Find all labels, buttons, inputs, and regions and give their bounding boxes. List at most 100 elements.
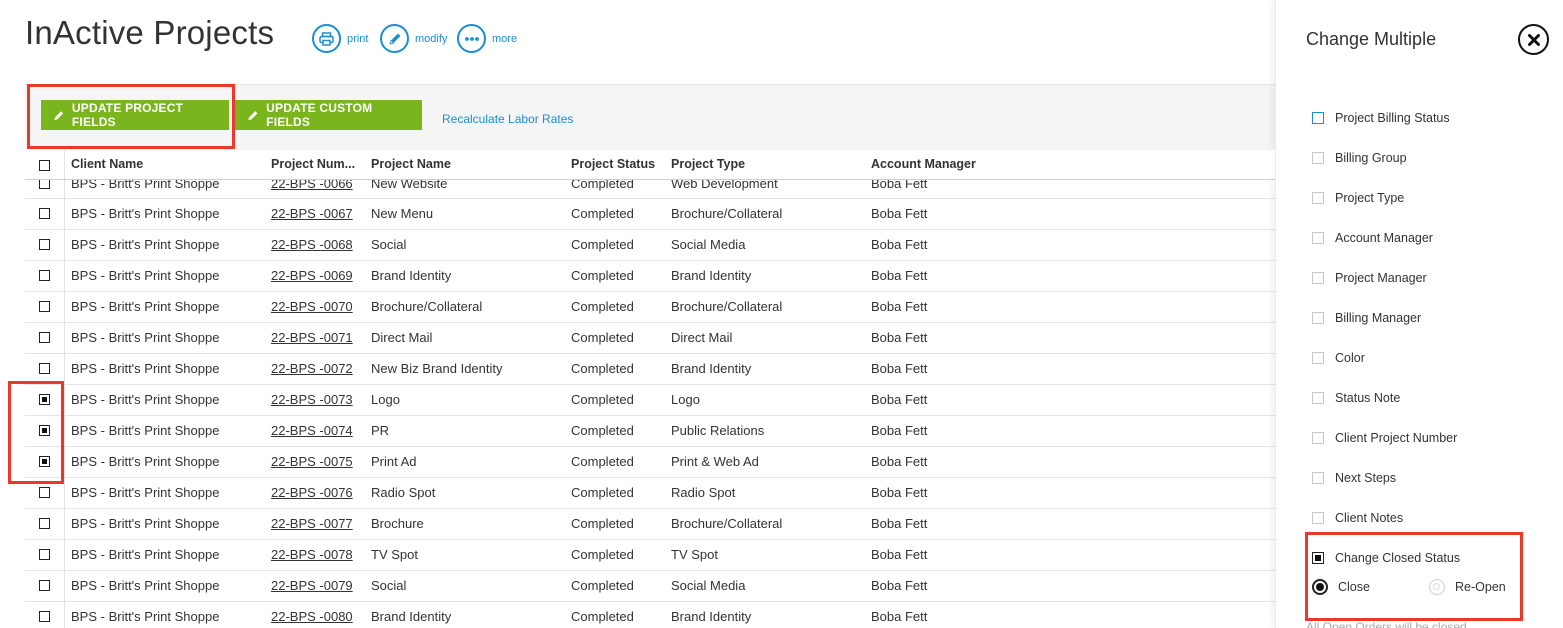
table-row[interactable]: BPS - Britt's Print Shoppe 22-BPS -0074 PR… — [25, 416, 1275, 447]
more-label: more — [492, 32, 518, 45]
table-row[interactable]: BPS - Britt's Print Shoppe 22-BPS -0069 Br… — [25, 261, 1275, 292]
modify-button[interactable]: modify — [380, 24, 447, 53]
option-checkbox[interactable] — [1312, 272, 1324, 284]
project-number-link[interactable]: 22-BPS -0073 — [271, 392, 353, 407]
option-checkbox[interactable] — [1312, 392, 1324, 404]
column-project-number[interactable]: Project Num... — [271, 157, 355, 171]
option-checkbox[interactable] — [1312, 112, 1324, 124]
project-type-cell: TV Spot — [671, 547, 718, 562]
option-label: Client Project Number — [1335, 431, 1458, 445]
table-row[interactable]: BPS - Britt's Print Shoppe 22-BPS -0077 Br… — [25, 509, 1275, 540]
project-number-link[interactable]: 22-BPS -0076 — [271, 485, 353, 500]
project-number-link[interactable]: 22-BPS -0080 — [271, 609, 353, 624]
row-checkbox[interactable] — [39, 301, 50, 312]
client-name-cell: BPS - Britt's Print Shoppe — [71, 330, 220, 345]
project-number-link[interactable]: 22-BPS -0071 — [271, 330, 353, 345]
option-checkbox[interactable] — [1312, 152, 1324, 164]
select-all-checkbox[interactable] — [39, 160, 50, 171]
close-panel-button[interactable] — [1518, 24, 1549, 55]
table-row[interactable]: BPS - Britt's Print Shoppe 22-BPS -0072 Ne… — [25, 354, 1275, 385]
option-label: Project Billing Status — [1335, 111, 1450, 125]
table-row[interactable]: BPS - Britt's Print Shoppe 22-BPS -0078 TV… — [25, 540, 1275, 571]
column-project-name[interactable]: Project Name — [371, 157, 451, 171]
project-number-link[interactable]: 22-BPS -0068 — [271, 237, 353, 252]
project-number-link[interactable]: 22-BPS -0079 — [271, 578, 353, 593]
option-checkbox[interactable] — [1312, 432, 1324, 444]
column-client-name[interactable]: Client Name — [71, 157, 143, 171]
table-row[interactable]: BPS - Britt's Print Shoppe 22-BPS -0066 Ne… — [25, 180, 1275, 199]
option-checkbox[interactable] — [1312, 312, 1324, 324]
project-type-cell: Public Relations — [671, 423, 765, 438]
row-checkbox[interactable] — [39, 332, 50, 343]
option-checkbox[interactable] — [1312, 512, 1324, 524]
row-checkbox[interactable] — [39, 487, 50, 498]
option-checkbox[interactable] — [1312, 352, 1324, 364]
option-project-manager[interactable]: Project Manager — [1312, 271, 1427, 285]
page-title: InActive Projects — [25, 14, 275, 51]
option-client-notes[interactable]: Client Notes — [1312, 511, 1403, 525]
project-number-link[interactable]: 22-BPS -0069 — [271, 268, 353, 283]
update-custom-fields-button[interactable]: UPDATE CUSTOM FIELDS — [235, 100, 422, 130]
more-button[interactable]: more — [457, 24, 517, 53]
table-row[interactable]: BPS - Britt's Print Shoppe 22-BPS -0068 So… — [25, 230, 1275, 261]
option-account-manager[interactable]: Account Manager — [1312, 231, 1433, 245]
row-checkbox[interactable] — [39, 549, 50, 560]
table-row[interactable]: BPS - Britt's Print Shoppe 22-BPS -0075 Pr… — [25, 447, 1275, 478]
project-number-link[interactable]: 22-BPS -0078 — [271, 547, 353, 562]
radio-close-label: Close — [1338, 580, 1370, 594]
table-row[interactable]: BPS - Britt's Print Shoppe 22-BPS -0076 Ra… — [25, 478, 1275, 509]
option-billing-manager[interactable]: Billing Manager — [1312, 311, 1421, 325]
project-status-cell: Completed — [571, 330, 634, 345]
project-number-link[interactable]: 22-BPS -0074 — [271, 423, 353, 438]
table-row[interactable]: BPS - Britt's Print Shoppe 22-BPS -0080 Br… — [25, 602, 1275, 628]
option-label: Project Type — [1335, 191, 1405, 205]
print-button[interactable]: print — [312, 24, 368, 53]
row-checkbox[interactable] — [39, 611, 50, 622]
option-checkbox[interactable] — [1312, 552, 1324, 564]
option-project-type[interactable]: Project Type — [1312, 191, 1404, 205]
option-status-note[interactable]: Status Note — [1312, 391, 1400, 405]
table-row[interactable]: BPS - Britt's Print Shoppe 22-BPS -0071 Di… — [25, 323, 1275, 354]
table-row[interactable]: BPS - Britt's Print Shoppe 22-BPS -0073 Lo… — [25, 385, 1275, 416]
column-project-type[interactable]: Project Type — [671, 157, 745, 171]
row-checkbox[interactable] — [39, 208, 50, 219]
option-client-project-number[interactable]: Client Project Number — [1312, 431, 1457, 445]
radio-reopen[interactable]: Re-Open — [1429, 579, 1506, 595]
project-number-link[interactable]: 22-BPS -0072 — [271, 361, 353, 376]
option-label: Next Steps — [1335, 471, 1397, 485]
option-billing-group[interactable]: Billing Group — [1312, 151, 1407, 165]
radio-close[interactable]: Close — [1312, 579, 1370, 595]
column-project-status[interactable]: Project Status — [571, 157, 655, 171]
option-change-closed-status[interactable]: Change Closed Status — [1312, 551, 1460, 565]
row-checkbox[interactable] — [39, 363, 50, 374]
project-number-link[interactable]: 22-BPS -0077 — [271, 516, 353, 531]
option-project-billing-status[interactable]: Project Billing Status — [1312, 111, 1450, 125]
project-status-cell: Completed — [571, 361, 634, 376]
row-checkbox[interactable] — [39, 518, 50, 529]
table-row[interactable]: BPS - Britt's Print Shoppe 22-BPS -0067 Ne… — [25, 199, 1275, 230]
option-checkbox[interactable] — [1312, 472, 1324, 484]
row-checkbox[interactable] — [39, 456, 50, 467]
row-checkbox[interactable] — [39, 580, 50, 591]
table-row[interactable]: BPS - Britt's Print Shoppe 22-BPS -0070 Br… — [25, 292, 1275, 323]
account-manager-cell: Boba Fett — [871, 454, 928, 469]
row-checkbox[interactable] — [39, 239, 50, 250]
option-checkbox[interactable] — [1312, 232, 1324, 244]
row-checkbox[interactable] — [39, 180, 50, 189]
project-number-link[interactable]: 22-BPS -0066 — [271, 180, 353, 191]
option-next-steps[interactable]: Next Steps — [1312, 471, 1396, 485]
project-number-link[interactable]: 22-BPS -0067 — [271, 206, 353, 221]
table-row[interactable]: BPS - Britt's Print Shoppe 22-BPS -0079 So… — [25, 571, 1275, 602]
recalculate-labor-rates-link[interactable]: Recalculate Labor Rates — [442, 112, 573, 126]
modify-label: modify — [415, 32, 448, 45]
option-checkbox[interactable] — [1312, 192, 1324, 204]
option-color[interactable]: Color — [1312, 351, 1365, 365]
row-checkbox[interactable] — [39, 270, 50, 281]
row-checkbox[interactable] — [39, 425, 50, 436]
project-status-cell: Completed — [571, 485, 634, 500]
row-checkbox[interactable] — [39, 394, 50, 405]
project-number-link[interactable]: 22-BPS -0070 — [271, 299, 353, 314]
update-project-fields-button[interactable]: UPDATE PROJECT FIELDS — [41, 100, 229, 130]
project-number-link[interactable]: 22-BPS -0075 — [271, 454, 353, 469]
column-account-manager[interactable]: Account Manager — [871, 157, 976, 171]
